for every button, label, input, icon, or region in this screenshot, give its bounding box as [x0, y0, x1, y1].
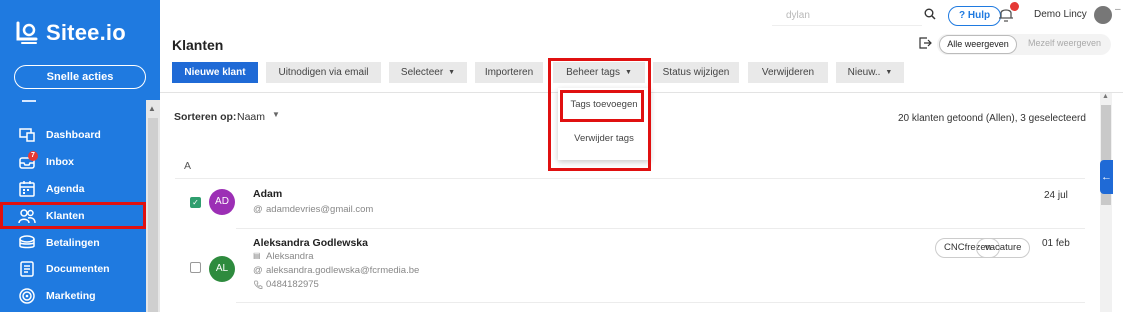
invite-email-button[interactable]: Uitnodigen via email	[266, 62, 381, 83]
page-title: Klanten	[172, 37, 224, 53]
payments-icon	[19, 234, 35, 248]
document-icon	[20, 261, 34, 278]
dashboard-icon	[19, 128, 35, 143]
client-email: aleksandra.godlewska@fcrmedia.be	[266, 265, 420, 276]
email-icon: @	[253, 204, 263, 215]
sidebar-item-dashboard[interactable]: Dashboard	[0, 122, 146, 149]
client-phone: 0484182975	[266, 279, 319, 290]
client-date: 01 feb	[1042, 238, 1070, 249]
caret-down-icon: ▼	[448, 69, 456, 76]
user-avatar[interactable]	[1094, 6, 1112, 24]
sidebar-item-documenten[interactable]: Documenten	[0, 256, 146, 283]
view-all-button[interactable]: Alle weergeven	[939, 35, 1017, 54]
avatar: AL	[209, 256, 235, 282]
sidebar-item-klanten[interactable]: Klanten	[0, 202, 146, 230]
email-icon: @	[253, 265, 263, 276]
users-icon	[18, 209, 36, 223]
select-label: Selecteer	[400, 67, 444, 78]
logo-text: Sitee.io	[46, 20, 126, 45]
sidebar-item-betalingen[interactable]: Betalingen	[0, 229, 146, 256]
sidebar-item-label: Agenda	[46, 182, 85, 195]
row-divider	[236, 302, 1085, 303]
menu-divider	[22, 100, 36, 102]
new-client-button[interactable]: Nieuwe klant	[172, 62, 258, 83]
sidebar-item-marketing[interactable]: Marketing	[0, 283, 146, 310]
row-checkbox[interactable]	[190, 262, 201, 273]
change-status-button[interactable]: Status wijzigen	[653, 62, 739, 83]
target-icon	[19, 288, 35, 304]
scroll-up-arrow-icon[interactable]: ▲	[148, 104, 156, 113]
client-count-text: 20 klanten getoond (Allen), 3 geselectee…	[898, 113, 1086, 124]
phone-icon	[254, 280, 263, 289]
calendar-icon	[19, 180, 35, 197]
collapse-panel-button[interactable]: ←	[1100, 160, 1113, 194]
company-icon: ▤	[253, 251, 261, 260]
highlight-frame	[560, 90, 644, 122]
client-name[interactable]: Adam	[253, 188, 282, 200]
sidebar-item-label: Klanten	[46, 209, 85, 222]
main-scrollbar[interactable]: ▲	[1100, 93, 1112, 312]
quick-actions-button[interactable]: Snelle acties	[14, 65, 146, 89]
sidebar-item-label: Inbox	[46, 156, 74, 169]
sidebar-scroll-thumb[interactable]	[148, 118, 158, 312]
sidebar-item-label: Marketing	[46, 290, 96, 303]
arrow-left-icon: ←	[1101, 171, 1112, 183]
new-more-label: Nieuw..	[847, 67, 881, 78]
top-bar: dylan ? Hulp Demo Lincy –	[160, 0, 1123, 30]
new-more-dropdown-button[interactable]: Nieuw.. ▼	[836, 62, 904, 83]
import-button[interactable]: Importeren	[475, 62, 543, 83]
notification-badge	[1010, 2, 1019, 11]
logo-icon	[16, 21, 38, 44]
view-self-button[interactable]: Mezelf weergeven	[1028, 38, 1101, 48]
select-dropdown-button[interactable]: Selecteer ▼	[389, 62, 467, 83]
row-checkbox[interactable]: ✓	[190, 197, 201, 208]
search-input[interactable]: dylan	[772, 6, 922, 26]
client-date: 24 jul	[1044, 190, 1068, 201]
delete-button[interactable]: Verwijderen	[748, 62, 828, 83]
client-name[interactable]: Aleksandra Godlewska	[253, 237, 368, 249]
tag-badge[interactable]: vacature	[976, 238, 1031, 258]
help-button[interactable]: ? Hulp	[948, 6, 1002, 26]
sidebar-item-label: Documenten	[46, 263, 110, 276]
inbox-badge: 7	[28, 150, 38, 161]
sidebar-item-agenda[interactable]: Agenda	[0, 176, 146, 203]
sidebar-item-inbox[interactable]: 7 Inbox	[0, 149, 146, 176]
sort-label: Sorteren op:	[174, 111, 237, 123]
client-company: Aleksandra	[266, 251, 314, 262]
client-email: adamdevries@gmail.com	[266, 204, 374, 215]
avatar: AD	[209, 189, 235, 215]
sidebar-item-label: Dashboard	[46, 129, 101, 142]
row-divider	[175, 178, 1085, 179]
user-name[interactable]: Demo Lincy	[1034, 9, 1087, 20]
caret-down-icon: ▼	[885, 69, 893, 76]
sort-select[interactable]: Naam	[237, 111, 265, 123]
export-icon[interactable]	[918, 36, 932, 50]
sidebar-item-label: Betalingen	[46, 236, 100, 249]
group-letter: A	[184, 160, 192, 172]
search-icon[interactable]	[924, 8, 936, 20]
sidebar-scrollbar[interactable]: ▲	[146, 100, 160, 312]
sidebar: Sitee.io Snelle acties ▲ Dashboard 7 Inb…	[0, 0, 160, 312]
row-divider	[236, 228, 1085, 229]
scroll-up-arrow-icon[interactable]: ▲	[1102, 93, 1109, 100]
close-icon[interactable]: –	[1115, 4, 1121, 15]
caret-down-icon[interactable]: ▼	[272, 110, 280, 119]
sidebar-nav: Dashboard 7 Inbox Agenda Klanten Betalin…	[0, 122, 146, 310]
app-logo[interactable]: Sitee.io	[14, 20, 126, 46]
